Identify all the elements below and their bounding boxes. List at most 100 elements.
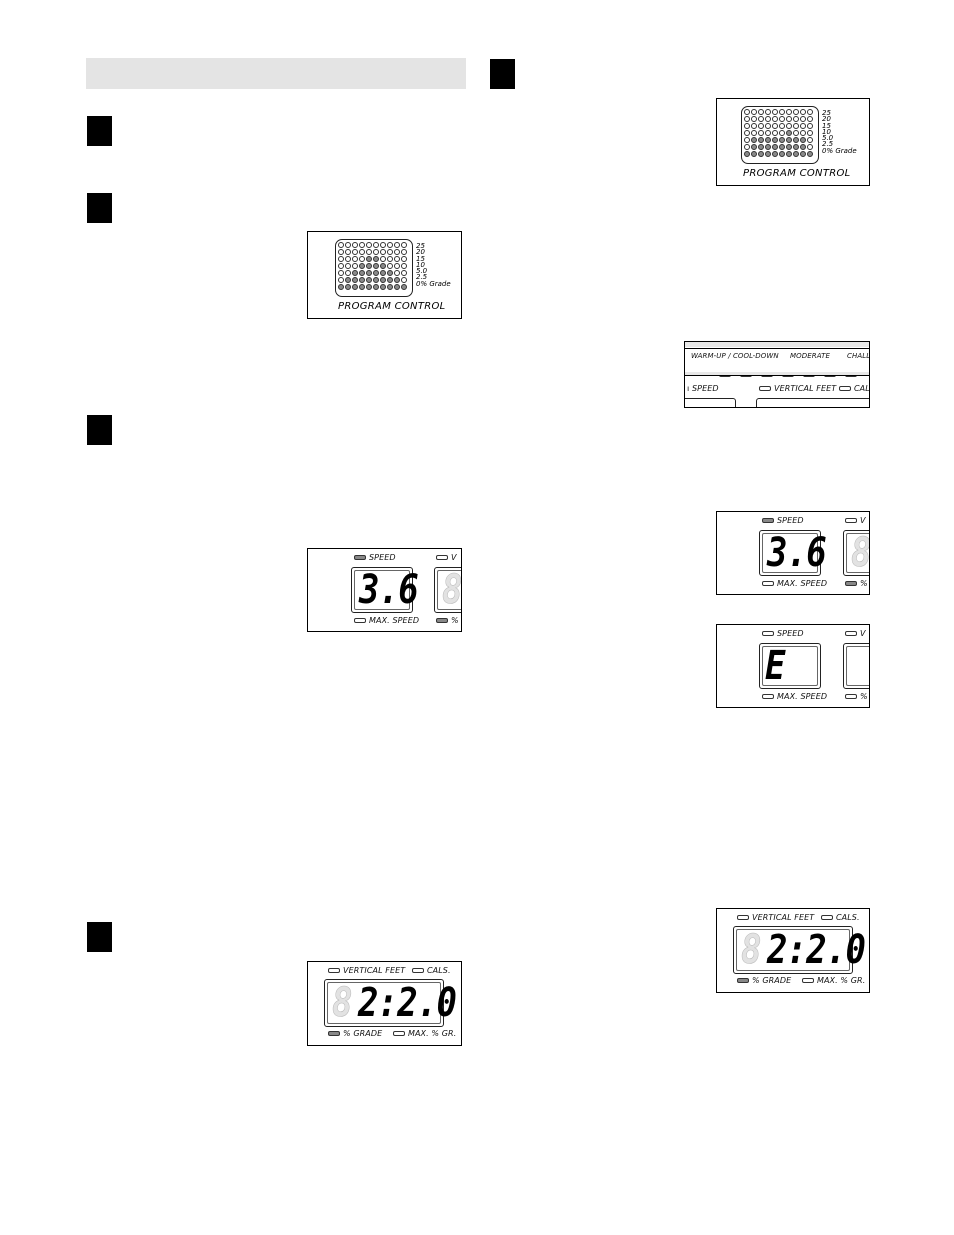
intensity-label-warmup: WARM-UP / COOL-DOWN: [691, 352, 779, 360]
grid-dot-unlit: [807, 137, 813, 143]
grid-dot-unlit: [394, 256, 400, 262]
side-led: [845, 518, 857, 523]
side-bottom-label: %: [860, 579, 868, 588]
program-control-panel-right: 25 20 15 10 5.0 2.5 0% Grade PROGRAM CONTROL: [716, 98, 870, 186]
grid-dot-unlit: [758, 116, 764, 122]
grid-dot-unlit: [345, 249, 351, 255]
grid-dot-unlit: [786, 123, 792, 129]
grid-dot-unlit: [394, 242, 400, 248]
grade-bottom-row: % GRADE MAX. % GR.: [328, 1029, 456, 1038]
grid-dot-unlit: [387, 249, 393, 255]
grid-dot-lit: [786, 151, 792, 157]
grid-dot-unlit: [779, 116, 785, 122]
program-control-title: PROGRAM CONTROL: [743, 168, 851, 179]
grid-dot-unlit: [373, 249, 379, 255]
grid-dot-lit: [366, 263, 372, 269]
max-speed-row: MAX. SPEED: [354, 616, 419, 625]
grid-dot-unlit: [401, 263, 407, 269]
side-ghost-digit: 8: [851, 530, 870, 577]
vertical-feet-led: [759, 386, 771, 391]
grid-dot-unlit: [807, 109, 813, 115]
grid-dot-unlit: [744, 144, 750, 150]
side-label: V: [451, 553, 457, 562]
side-bottom-row: %: [436, 616, 459, 625]
cals-label: CALS.: [835, 913, 860, 922]
cals-label: CALS.: [426, 966, 451, 975]
grid-dot-unlit: [338, 263, 344, 269]
grid-dot-unlit: [758, 123, 764, 129]
max-speed-row: MAX. SPEED: [762, 579, 827, 588]
grid-dot-lit: [373, 263, 379, 269]
max-speed-label: MAX. SPEED: [777, 579, 828, 588]
vertical-feet-label: VERTICAL FEET: [774, 384, 837, 393]
grid-dot-lit: [359, 270, 365, 276]
grade-scale-label: 0% Grade: [822, 146, 857, 155]
grid-dot-unlit: [793, 123, 799, 129]
grid-dot-lit: [758, 151, 764, 157]
grid-dot-lit: [373, 284, 379, 290]
cals-led: [820, 915, 833, 920]
max-grade-led: [392, 1031, 405, 1036]
grid-dot-lit: [744, 151, 750, 157]
grid-dot-unlit: [786, 109, 792, 115]
grade-scale: 25 20 15 10 5.0 2.5 0% Grade: [416, 242, 451, 288]
grid-dot-lit: [373, 270, 379, 276]
grid-dot-unlit: [345, 263, 351, 269]
program-control-title: PROGRAM CONTROL: [338, 301, 446, 312]
error-code-value: E: [765, 643, 785, 689]
grid-dot-unlit: [366, 242, 372, 248]
max-grade-label: MAX. % GR.: [407, 1029, 457, 1038]
grid-dot-unlit: [779, 123, 785, 129]
grade-ghost-digit: 8: [332, 980, 353, 1027]
grid-dot-unlit: [359, 242, 365, 248]
program-grid: [744, 109, 814, 158]
grid-dot-unlit: [751, 109, 757, 115]
section-header-bar: [86, 58, 466, 89]
grid-dot-lit: [345, 277, 351, 283]
side-label: V: [860, 629, 866, 638]
grid-dot-unlit: [800, 116, 806, 122]
grid-dot-unlit: [800, 109, 806, 115]
grid-dot-unlit: [765, 130, 771, 136]
grade-scale-label: 0% Grade: [416, 279, 451, 288]
grid-dot-unlit: [779, 130, 785, 136]
grid-dot-unlit: [800, 123, 806, 129]
grid-dot-lit: [772, 144, 778, 150]
grid-dot-unlit: [394, 249, 400, 255]
grid-dot-unlit: [744, 130, 750, 136]
grid-dot-unlit: [751, 123, 757, 129]
grid-dot-lit: [366, 284, 372, 290]
max-speed-led: [762, 581, 774, 586]
speed-top-row: SPEED: [762, 629, 804, 638]
grid-dot-unlit: [338, 256, 344, 262]
grid-dot-unlit: [387, 242, 393, 248]
grid-dot-lit: [758, 144, 764, 150]
side-top-row: V: [845, 516, 866, 525]
cals-led: [839, 386, 851, 391]
grid-dot-lit: [380, 263, 386, 269]
vertical-feet-led: [737, 915, 749, 920]
step-marker-5: [490, 59, 515, 89]
speed-top-row: SPEED: [354, 553, 396, 562]
grid-dot-lit: [751, 151, 757, 157]
grid-dot-unlit: [380, 256, 386, 262]
grid-dot-lit: [793, 151, 799, 157]
grid-dot-unlit: [779, 109, 785, 115]
grid-dot-unlit: [366, 249, 372, 255]
grid-dot-lit: [352, 270, 358, 276]
step-marker-1: [87, 116, 112, 146]
max-speed-led: [354, 618, 366, 623]
grid-dot-unlit: [744, 123, 750, 129]
vertical-feet-label-row: VERTICAL FEET: [759, 384, 836, 393]
grid-dot-lit: [366, 256, 372, 262]
max-speed-led: [762, 694, 774, 699]
max-grade-label: MAX. % GR.: [816, 976, 866, 985]
side-digit-window: [843, 643, 869, 689]
side-bottom-label: %: [451, 616, 459, 625]
grid-dot-lit: [786, 144, 792, 150]
error-display-panel: SPEED E MAX. SPEED V %: [716, 624, 870, 708]
grid-dot-unlit: [352, 256, 358, 262]
strip-divider: [685, 348, 869, 349]
grid-dot-lit: [373, 256, 379, 262]
side-led: [845, 631, 857, 636]
